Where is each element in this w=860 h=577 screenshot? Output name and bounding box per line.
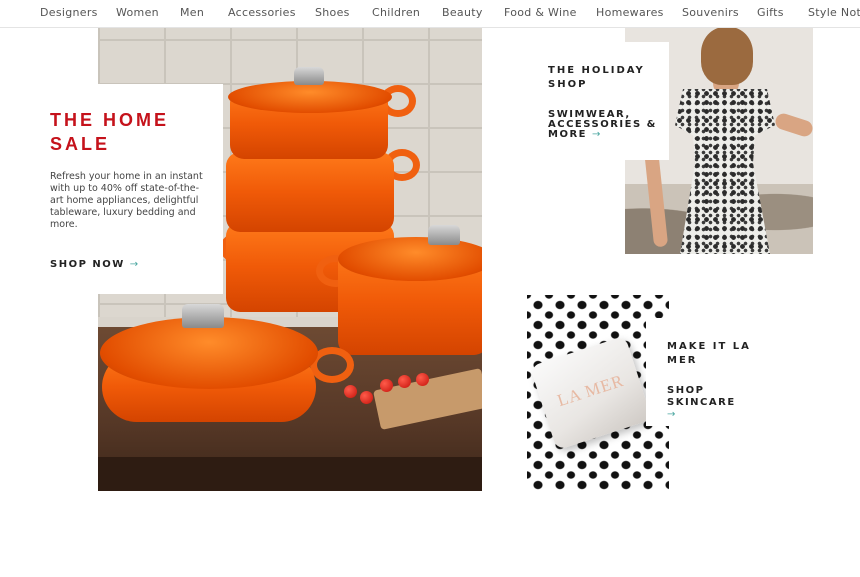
la-mer-card: MAKE IT LA MER SHOP SKINCARE →: [646, 318, 776, 426]
shop-now-link[interactable]: SHOP NOW →: [50, 259, 140, 270]
la-mer-heading[interactable]: MAKE IT LA MER: [667, 340, 762, 368]
swimwear-accessories-link[interactable]: SWIMWEAR, ACCESSORIES & MORE →: [548, 110, 663, 140]
home-sale-description: Refresh your home in an instant with up …: [50, 171, 203, 230]
top-navigation: Designers Women Men Accessories Shoes Ch…: [0, 0, 860, 28]
holiday-shop-heading[interactable]: THE HOLIDAY SHOP: [548, 64, 658, 92]
home-sale-card: THE HOME SALE Refresh your home in an in…: [30, 84, 223, 294]
nav-item-accessories[interactable]: Accessories: [228, 6, 296, 19]
nav-item-designers[interactable]: Designers: [40, 6, 98, 19]
nav-item-shoes[interactable]: Shoes: [315, 6, 350, 19]
nav-item-food-wine[interactable]: Food & Wine: [504, 6, 577, 19]
shop-skincare-link[interactable]: SHOP SKINCARE →: [667, 385, 777, 421]
cherry-tomato: [360, 391, 373, 404]
swimwear-accessories-label: SWIMWEAR, ACCESSORIES & MORE: [548, 109, 657, 140]
middle-stack-pot: [226, 152, 394, 232]
shop-now-label: SHOP NOW: [50, 259, 125, 270]
nav-item-style-notes[interactable]: Style Notes: [808, 6, 860, 19]
lid-knob: [294, 67, 324, 85]
nav-item-women[interactable]: Women: [116, 6, 159, 19]
shop-skincare-label: SHOP SKINCARE: [667, 385, 736, 408]
cherry-tomato: [380, 379, 393, 392]
model-arm: [773, 111, 813, 139]
model-hair: [701, 27, 753, 85]
polka-dot-dress: [675, 89, 775, 254]
nav-item-gifts[interactable]: Gifts: [757, 6, 784, 19]
arrow-right-icon: →: [591, 129, 602, 140]
holiday-shop-card: THE HOLIDAY SHOP SWIMWEAR, ACCESSORIES &…: [528, 42, 669, 160]
nav-item-men[interactable]: Men: [180, 6, 204, 19]
jar-label: LA MER: [554, 370, 627, 411]
cherry-tomato: [344, 385, 357, 398]
home-sale-title[interactable]: THE HOME SALE: [50, 108, 210, 156]
arrow-right-icon: →: [129, 259, 140, 270]
lid-knob: [182, 304, 224, 328]
right-pot-lid: [338, 237, 482, 281]
nav-item-children[interactable]: Children: [372, 6, 420, 19]
cherry-tomato: [416, 373, 429, 386]
nav-item-homewares[interactable]: Homewares: [596, 6, 664, 19]
nav-item-souvenirs[interactable]: Souvenirs: [682, 6, 739, 19]
cherry-tomato: [398, 375, 411, 388]
arrow-right-icon: →: [667, 409, 677, 420]
lid-knob: [428, 225, 460, 245]
table-edge: [98, 457, 482, 491]
top-pot-lid: [228, 81, 392, 113]
nav-item-beauty[interactable]: Beauty: [442, 6, 483, 19]
